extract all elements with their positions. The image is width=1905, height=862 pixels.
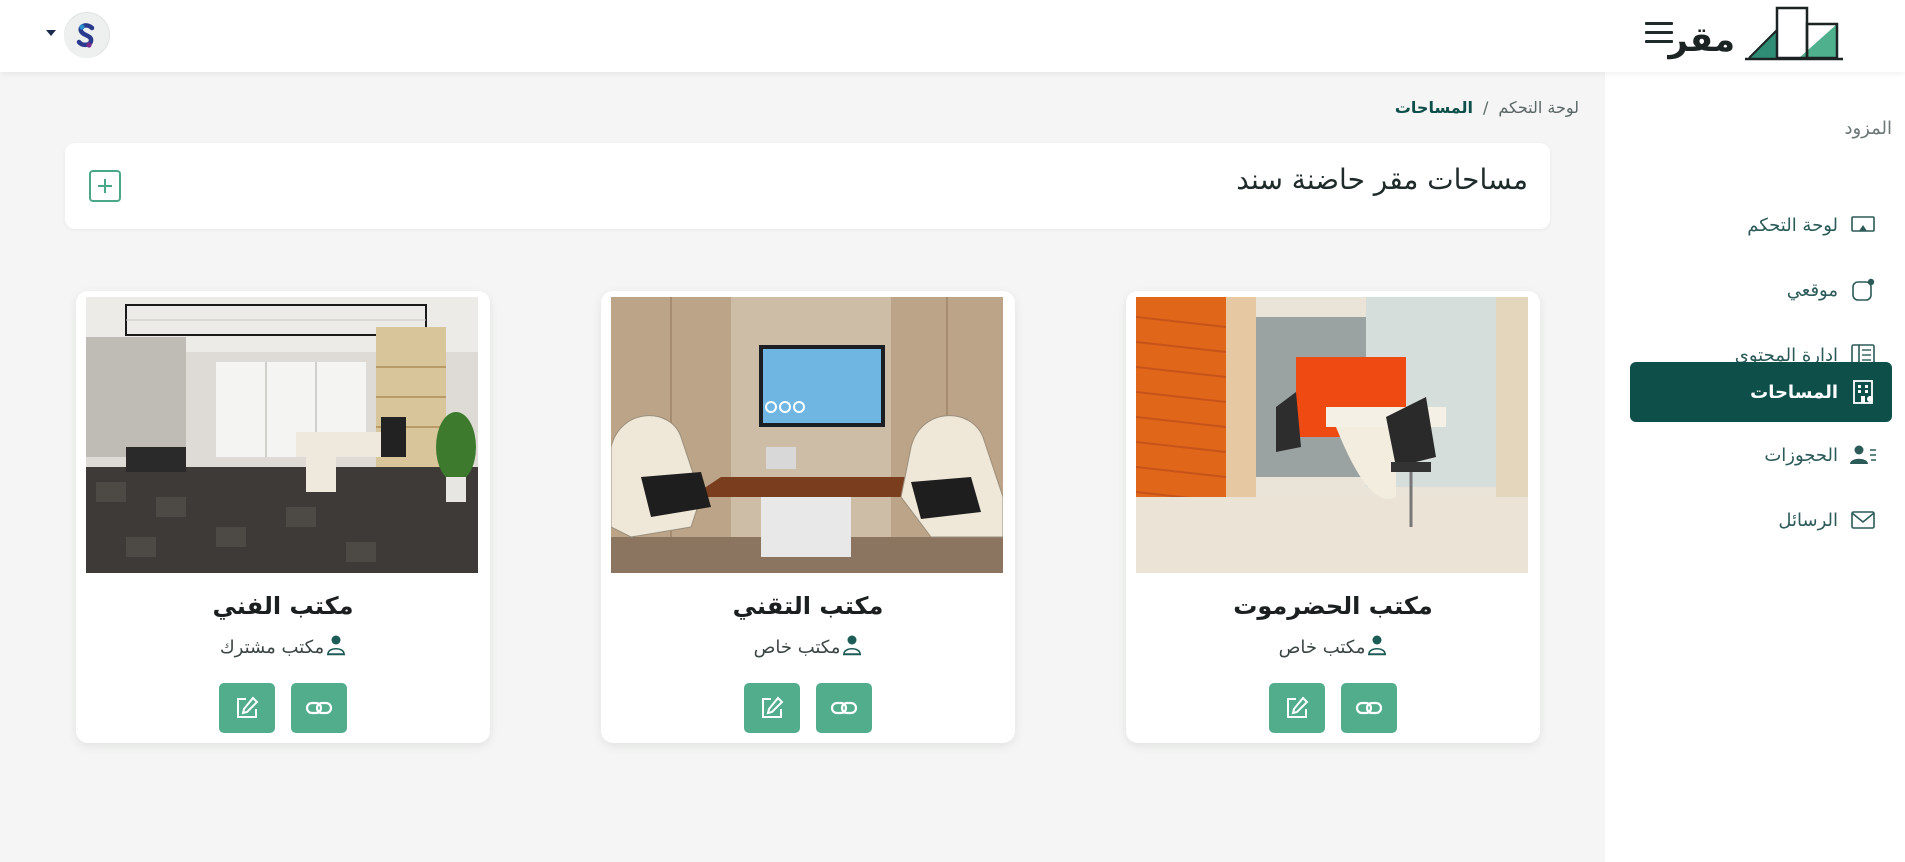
bookings-icon bbox=[1848, 440, 1878, 470]
link-icon bbox=[830, 701, 858, 715]
site-icon bbox=[1848, 275, 1878, 305]
space-name: مكتب التقني bbox=[732, 592, 884, 620]
space-type: مكتب خاص bbox=[1126, 634, 1540, 661]
sidebar-item-label: لوحة التحكم bbox=[1747, 214, 1838, 236]
space-card: مكتب التقني مكتب خاص bbox=[601, 291, 1015, 743]
brand[interactable]: مقر bbox=[1655, 6, 1845, 64]
link-button[interactable] bbox=[816, 683, 872, 733]
space-photo bbox=[86, 297, 478, 573]
sidebar-item-bookings[interactable]: الحجوزات bbox=[1630, 425, 1892, 485]
sidebar-item-dashboard[interactable]: لوحة التحكم bbox=[1630, 195, 1892, 255]
top-bar: مقر bbox=[0, 0, 1905, 72]
link-icon bbox=[1355, 701, 1383, 715]
space-name: مكتب الحضرموت bbox=[1233, 592, 1433, 620]
space-type-label: مكتب خاص bbox=[1278, 637, 1366, 658]
sidebar: المزود لوحة التحكم موقعي ادارة المحتوى ا… bbox=[1605, 72, 1905, 862]
breadcrumb-home-link[interactable]: لوحة التحكم bbox=[1498, 98, 1579, 117]
space-type-label: مكتب مشترك bbox=[219, 637, 325, 658]
page-header-card: مساحات مقر حاضنة سند bbox=[65, 143, 1550, 229]
brand-logo-icon bbox=[1745, 6, 1843, 61]
sidebar-heading: المزود bbox=[1844, 118, 1892, 139]
hamburger-line bbox=[1645, 40, 1673, 43]
card-actions bbox=[76, 683, 490, 733]
building-icon bbox=[1848, 377, 1878, 407]
link-button[interactable] bbox=[1341, 683, 1397, 733]
edit-icon bbox=[1287, 696, 1309, 718]
sidebar-item-label: الحجوزات bbox=[1764, 444, 1838, 466]
space-photo bbox=[1136, 297, 1528, 573]
card-actions bbox=[1126, 683, 1540, 733]
space-name: مكتب الفني bbox=[212, 592, 354, 620]
sidebar-item-label: موقعي bbox=[1786, 279, 1838, 301]
breadcrumb-current: المساحات bbox=[1394, 98, 1473, 117]
breadcrumb-separator: / bbox=[1482, 98, 1489, 117]
card-actions bbox=[601, 683, 1015, 733]
person-icon bbox=[1367, 634, 1387, 661]
sidebar-item-my-site[interactable]: موقعي bbox=[1630, 260, 1892, 320]
edit-button[interactable] bbox=[744, 683, 800, 733]
brand-name: مقر bbox=[1668, 20, 1735, 60]
page-title: مساحات مقر حاضنة سند bbox=[1236, 163, 1528, 196]
edit-icon bbox=[237, 696, 259, 718]
add-space-button[interactable] bbox=[89, 170, 121, 202]
link-button[interactable] bbox=[291, 683, 347, 733]
chevron-down-icon bbox=[46, 30, 56, 36]
space-type-label: مكتب خاص bbox=[753, 637, 841, 658]
space-card: مكتب الحضرموت مكتب خاص bbox=[1126, 291, 1540, 743]
menu-toggle-button[interactable] bbox=[1643, 18, 1675, 48]
breadcrumb: لوحة التحكم / المساحات bbox=[1395, 98, 1579, 117]
sidebar-item-spaces[interactable]: المساحات bbox=[1630, 362, 1892, 422]
hamburger-line bbox=[1645, 22, 1673, 25]
space-photo bbox=[611, 297, 1003, 573]
avatar-logo-icon bbox=[64, 14, 108, 58]
monitor-icon bbox=[1848, 210, 1878, 240]
sidebar-item-label: الرسائل bbox=[1778, 509, 1838, 531]
person-icon bbox=[326, 634, 346, 661]
link-icon bbox=[305, 701, 333, 715]
envelope-icon bbox=[1848, 505, 1878, 535]
space-type: مكتب مشترك bbox=[76, 634, 490, 661]
sidebar-item-label: المساحات bbox=[1750, 381, 1838, 403]
person-icon bbox=[842, 634, 862, 661]
avatar bbox=[64, 12, 110, 58]
hamburger-line bbox=[1645, 31, 1673, 34]
edit-button[interactable] bbox=[1269, 683, 1325, 733]
sidebar-item-messages[interactable]: الرسائل bbox=[1630, 490, 1892, 550]
edit-button[interactable] bbox=[219, 683, 275, 733]
user-menu[interactable] bbox=[42, 12, 112, 58]
space-card: مكتب الفني مكتب مشترك bbox=[76, 291, 490, 743]
space-type: مكتب خاص bbox=[601, 634, 1015, 661]
edit-icon bbox=[762, 696, 784, 718]
